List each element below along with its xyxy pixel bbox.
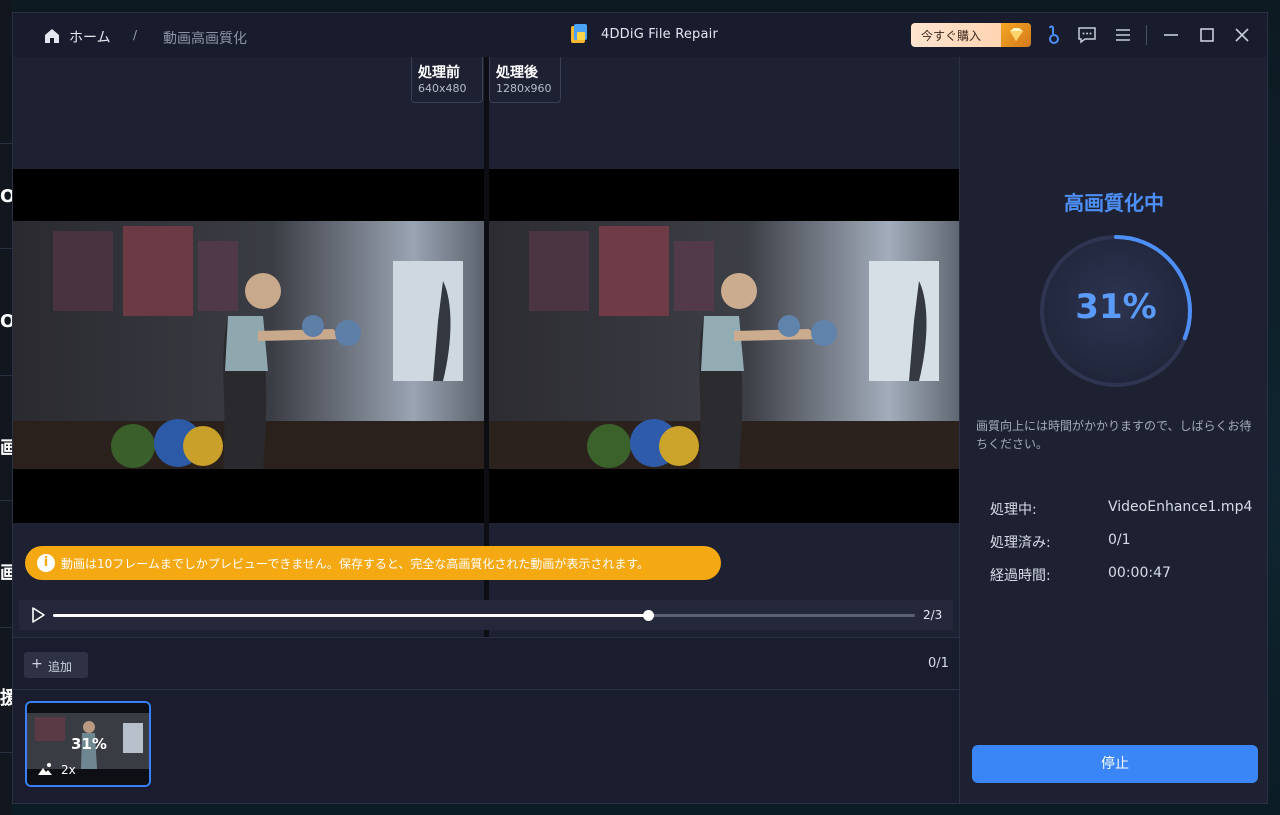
bg-glyph: O (0, 186, 12, 207)
menu-icon[interactable] (1113, 25, 1133, 45)
bg-divider (0, 143, 12, 144)
bg-glyph: 画 (0, 438, 12, 459)
playback-bar: 2/3 (19, 600, 953, 630)
info-icon: i (37, 554, 55, 572)
app-logo-icon (571, 24, 587, 43)
breadcrumb-home[interactable]: ホーム (69, 27, 111, 47)
background-window: O O 画 画 援 (0, 0, 12, 815)
before-resolution: 640x480 (418, 82, 467, 95)
buy-now-label: 今すぐ購入 (921, 29, 982, 43)
breadcrumb-current: 動画高画質化 (163, 31, 247, 47)
playback-slider[interactable] (53, 610, 915, 621)
bg-divider (0, 752, 12, 753)
preview-limit-notice: i 動画は10フレームまでしかプレビューできません。保存すると、完全な高画質化さ… (25, 546, 721, 580)
gem-icon (1001, 23, 1031, 47)
preview-area: 処理前 640x480 処理後 1280x960 i 動画は10フレームまでしか… (13, 57, 959, 637)
after-title: 処理後 (496, 65, 538, 81)
support-icon[interactable] (1043, 25, 1063, 45)
processed-key: 処理済み: (990, 535, 1051, 551)
elapsed-key: 経過時間: (990, 568, 1051, 584)
breadcrumb-separator: / (133, 28, 138, 42)
titlebar-divider (1146, 25, 1147, 45)
plus-icon: + (31, 656, 43, 672)
wait-note: 画質向上には時間がかかりますので、しばらくお待ちください。 (976, 419, 1252, 451)
progress-percent: 31% (1075, 287, 1157, 327)
after-frame (489, 221, 959, 469)
before-label: 処理前 640x480 (411, 57, 483, 103)
feedback-icon[interactable] (1077, 25, 1097, 45)
status-title: 高画質化中 (1064, 191, 1164, 215)
add-label: 追加 (48, 660, 73, 674)
video-thumbnail[interactable]: 31% 2x (25, 701, 151, 787)
notice-text: 動画は10フレームまでしかプレビューできません。保存すると、完全な高画質化された… (61, 557, 650, 571)
bg-divider (0, 248, 12, 249)
after-label: 処理後 1280x960 (489, 57, 561, 103)
maximize-icon[interactable] (1197, 25, 1217, 45)
stop-button[interactable]: 停止 (972, 745, 1258, 783)
file-count: 0/1 (928, 656, 949, 671)
home-icon[interactable] (43, 27, 61, 45)
add-button[interactable]: + 追加 (24, 652, 88, 678)
status-panel: 高画質化中 31% 画質向上には時間がかかりますので、しばらくお待ちください。 … (959, 57, 1267, 803)
before-frame (13, 221, 484, 469)
app-title: 4DDiG File Repair (601, 27, 719, 42)
app-window: ホーム / 動画高画質化 4DDiG File Repair 今すぐ購入 処理前… (12, 12, 1268, 804)
playback-thumb[interactable] (642, 610, 654, 621)
bg-glyph: O (0, 311, 12, 332)
play-icon[interactable] (29, 606, 47, 624)
title-bar: ホーム / 動画高画質化 4DDiG File Repair 今すぐ購入 (13, 13, 1267, 57)
after-resolution: 1280x960 (496, 82, 552, 95)
frame-counter: 2/3 (923, 608, 943, 622)
before-title: 処理前 (418, 65, 460, 81)
playback-progress (53, 614, 648, 617)
processing-key: 処理中: (990, 502, 1037, 518)
bg-divider (0, 500, 12, 501)
elapsed-value: 00:00:47 (1108, 565, 1171, 581)
upscale-icon (38, 763, 52, 775)
thumbnail-progress: 31% (71, 735, 107, 753)
file-list-toolbar: + 追加 0/1 (13, 637, 959, 689)
close-icon[interactable] (1232, 25, 1252, 45)
bg-divider (0, 375, 12, 376)
file-thumbnails: 31% 2x (13, 689, 959, 803)
bg-glyph: 援 (0, 688, 12, 709)
buy-now-button[interactable]: 今すぐ購入 (911, 23, 1031, 47)
processing-value: VideoEnhance1.mp4 (1108, 499, 1253, 515)
bg-divider (0, 627, 12, 628)
thumbnail-scale: 2x (61, 763, 76, 777)
processed-value: 0/1 (1108, 532, 1131, 548)
bg-glyph: 画 (0, 563, 12, 584)
minimize-icon[interactable] (1161, 25, 1181, 45)
